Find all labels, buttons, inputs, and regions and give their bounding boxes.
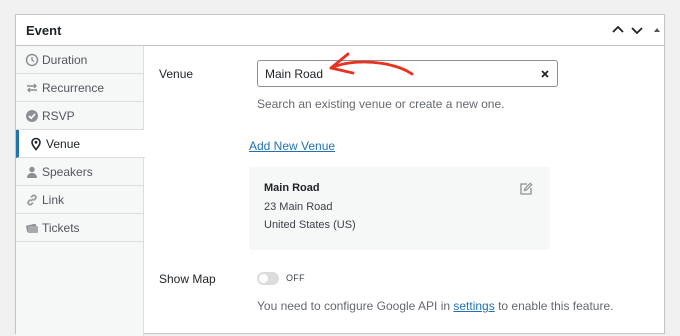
add-new-venue-link[interactable]: Add New Venue: [249, 139, 335, 153]
panel-title: Event: [26, 23, 62, 38]
tab-label: Tickets: [42, 221, 80, 235]
map-note: You need to configure Google API in sett…: [257, 299, 613, 313]
ticket-icon: [25, 221, 39, 235]
clear-icon[interactable]: [538, 67, 552, 81]
tab-label: Recurrence: [42, 81, 105, 95]
venue-card-address: 23 Main Road: [264, 201, 333, 213]
venue-input-value: Main Road: [265, 67, 324, 81]
tab-sidebar: Duration Recurrence RSVP Venue Speakers: [16, 46, 145, 336]
chevron-down-icon[interactable]: [628, 21, 646, 39]
venue-card-name: Main Road: [264, 182, 320, 194]
panel-header: Event: [16, 15, 664, 46]
tab-label: Venue: [46, 137, 81, 151]
toggle-knob: [259, 274, 268, 283]
recurrence-icon: [25, 81, 39, 95]
settings-link[interactable]: settings: [453, 299, 494, 313]
tab-label: Duration: [42, 53, 88, 67]
tab-rsvp[interactable]: RSVP: [16, 102, 143, 130]
tab-speakers[interactable]: Speakers: [16, 158, 143, 186]
show-map-toggle[interactable]: [257, 272, 279, 285]
venue-card-country: United States (US): [264, 219, 356, 231]
venue-card: Main Road 23 Main Road United States (US…: [249, 167, 550, 250]
edit-icon[interactable]: [519, 182, 533, 196]
tab-label: RSVP: [42, 109, 75, 123]
tab-duration[interactable]: Duration: [16, 46, 143, 74]
chevron-up-icon[interactable]: [609, 21, 627, 39]
map-note-text: You need to configure Google API in: [257, 299, 454, 313]
clock-icon: [25, 53, 39, 67]
tab-label: Speakers: [42, 165, 93, 179]
toggle-panel-icon[interactable]: [648, 21, 666, 39]
toggle-state-text: OFF: [286, 273, 305, 283]
person-icon: [25, 165, 39, 179]
event-panel: Event Duration Recurrence RSVP Venue Spe…: [15, 14, 665, 336]
tab-label: Link: [42, 193, 65, 207]
venue-help-text: Search an existing venue or create a new…: [257, 97, 505, 111]
tab-tickets[interactable]: Tickets: [16, 214, 143, 242]
link-icon: [25, 193, 39, 207]
tab-recurrence[interactable]: Recurrence: [16, 74, 143, 102]
tab-venue[interactable]: Venue: [16, 130, 145, 158]
venue-label: Venue: [159, 67, 194, 81]
tab-link[interactable]: Link: [16, 186, 143, 214]
location-pin-icon: [29, 137, 43, 151]
map-note-suffix: to enable this feature.: [494, 299, 614, 313]
show-map-label: Show Map: [159, 272, 216, 286]
check-circle-icon: [25, 109, 39, 123]
venue-search-input[interactable]: Main Road: [257, 60, 558, 87]
